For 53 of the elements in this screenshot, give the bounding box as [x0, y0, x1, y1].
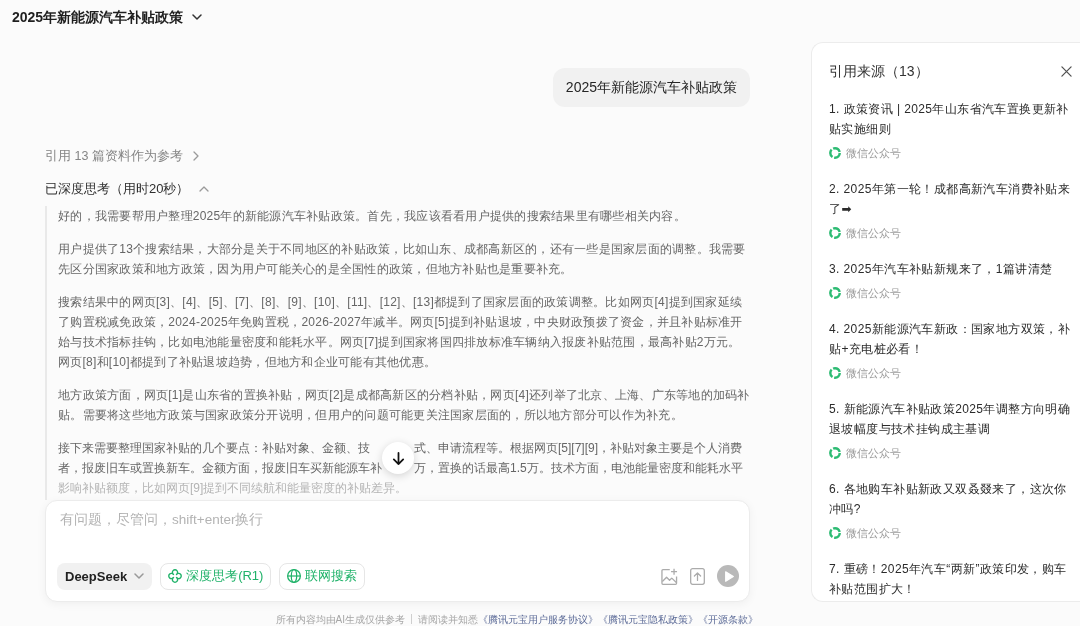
arrow-down-icon — [391, 451, 405, 465]
source-title[interactable]: 3. 2025年汽车补贴新规来了，1篇讲清楚 — [829, 259, 1075, 279]
thinking-text: 万，置换的话最高1.5万。技术方面，电池能量密度和能耗水平 — [414, 460, 743, 477]
scroll-down-button[interactable] — [382, 442, 414, 474]
references-link[interactable]: 引用 13 篇资料作为参考 — [45, 147, 199, 165]
chevron-right-icon — [192, 151, 199, 161]
chevron-down-icon — [192, 14, 203, 20]
ring-icon — [829, 447, 841, 459]
ring-icon — [829, 527, 841, 539]
source-name: 微信公众号 — [846, 446, 901, 461]
conversation-title-button[interactable]: 2025年新能源汽车补贴政策 — [12, 8, 203, 26]
image-add-icon[interactable] — [661, 567, 678, 585]
ring-icon — [829, 227, 841, 239]
footer-link[interactable]: 《腾讯元宝用户服务协议》 — [478, 613, 598, 626]
message-composer[interactable]: 有问题，尽管问，shift+enter换行 DeepSeek 深度思考(R1) 联网搜索 — [45, 500, 750, 602]
source-title[interactable]: 1. 政策资讯 | 2025年山东省汽车置换更新补贴实施细则 — [829, 99, 1075, 139]
chevron-up-icon — [199, 186, 210, 192]
thinking-text: 者，报废旧车或置换新车。金额方面，报废旧车买新能源车补 — [58, 460, 382, 477]
footer-link[interactable]: 《开源条款》 — [698, 613, 758, 626]
footer-link[interactable]: 《腾讯元宝隐私政策》 — [598, 613, 698, 626]
user-message: 2025年新能源汽车补贴政策 — [552, 68, 750, 107]
thinking-paragraph: 搜索结果中的网页[3]、[4]、[5]、[7]、[8]、[9]、[10]、[11]、[12]、[13]都提到了国家层面的政策调整。比如网页[4]提到国家延续了购置税减免政策，2024-2025年免购置税，2026-2027年减半。网页[5]提到补贴退坡，中央财政预拨了资金，并且补贴标准开始与技术指标挂钩，比如电池能量密度和能耗水平。网页[7]提到国家将国四排放标准车辆纳入报废补贴范围，最高补贴2万元。网页[8]和[10]都提到了补贴退坡趋势，但地方和企业可能有其他优惠。 — [58, 294, 744, 371]
ring-icon — [829, 367, 841, 379]
thinking-paragraph: 用户提供了13个搜索结果，大部分是关于不同地区的补贴政策，比如山东、成都高新区的，还有一些是国家层面的调整。我需要先区分国家政策和地方政策，因为用户可能关心的是全国性的政策，但地方补贴也是重要补充。 — [58, 241, 747, 278]
panel-title: 引用来源（13） — [829, 62, 929, 81]
source-title[interactable]: 4. 2025新能源汽车新政：国家地方双策，补贴+充电桩必看！ — [829, 319, 1075, 359]
source-name: 微信公众号 — [846, 286, 901, 301]
chevron-down-icon — [134, 573, 145, 579]
model-selector[interactable]: DeepSeek — [57, 562, 153, 590]
thinking-text: 影响补贴额度，比如网页[9]提到不同续航和能量密度的补贴差异。 — [58, 480, 409, 497]
thinking-text: 式、申请流程等。根据网页[5][7][9]，补贴对象主要是个人消费 — [414, 440, 743, 457]
source-name: 微信公众号 — [846, 526, 901, 541]
thinking-toggle[interactable]: 已深度思考（用时20秒） — [45, 180, 210, 198]
thinking-paragraph: 好的，我需要帮用户整理2025年的新能源汽车补贴政策。首先，我应该看看用户提供的搜索结果里有哪些相关内容。 — [58, 208, 687, 225]
globe-icon — [287, 569, 302, 583]
message-input[interactable]: 有问题，尽管问，shift+enter换行 — [57, 510, 739, 562]
ring-icon — [829, 287, 841, 299]
source-title[interactable]: 7. 重磅！2025年汽车“两新”政策印发，购车补贴范围扩大！ — [829, 559, 1075, 599]
thinking-paragraph: 地方政策方面，网页[1]是山东省的置换补贴，网页[2]是成都高新区的分档补贴，网页[4]还列举了北京、上海、广东等地的加码补贴。需要将这些地方政策与国家政策分开说明，但用户的问题可能更关注国家层面的，所以地方部分可以作为补充。 — [58, 387, 750, 424]
source-title[interactable]: 5. 新能源汽车补贴政策2025年调整方向明确退坡幅度与技术挂钩成主基调 — [829, 399, 1075, 439]
ring-icon — [829, 147, 841, 159]
clover-icon — [168, 569, 183, 583]
source-name: 微信公众号 — [846, 366, 901, 381]
disclaimer-text: 所有内容均由AI生成仅供参考 — [275, 613, 405, 626]
play-icon — [724, 570, 734, 582]
source-title[interactable]: 6. 各地购车补贴新政又双叒叕来了，这次你冲吗? — [829, 479, 1075, 519]
source-name: 微信公众号 — [846, 226, 901, 241]
thinking-text: 接下来需要整理国家补贴的几个要点：补贴对象、金额、技 — [58, 440, 371, 457]
source-title[interactable]: 2. 2025年第一轮！成都高新汽车消费补贴来了➡ — [829, 179, 1075, 219]
close-icon[interactable] — [1061, 65, 1072, 77]
footer-text: 请阅读并知悉 — [418, 613, 478, 626]
source-name: 微信公众号 — [846, 146, 901, 161]
upload-icon[interactable] — [690, 567, 705, 585]
